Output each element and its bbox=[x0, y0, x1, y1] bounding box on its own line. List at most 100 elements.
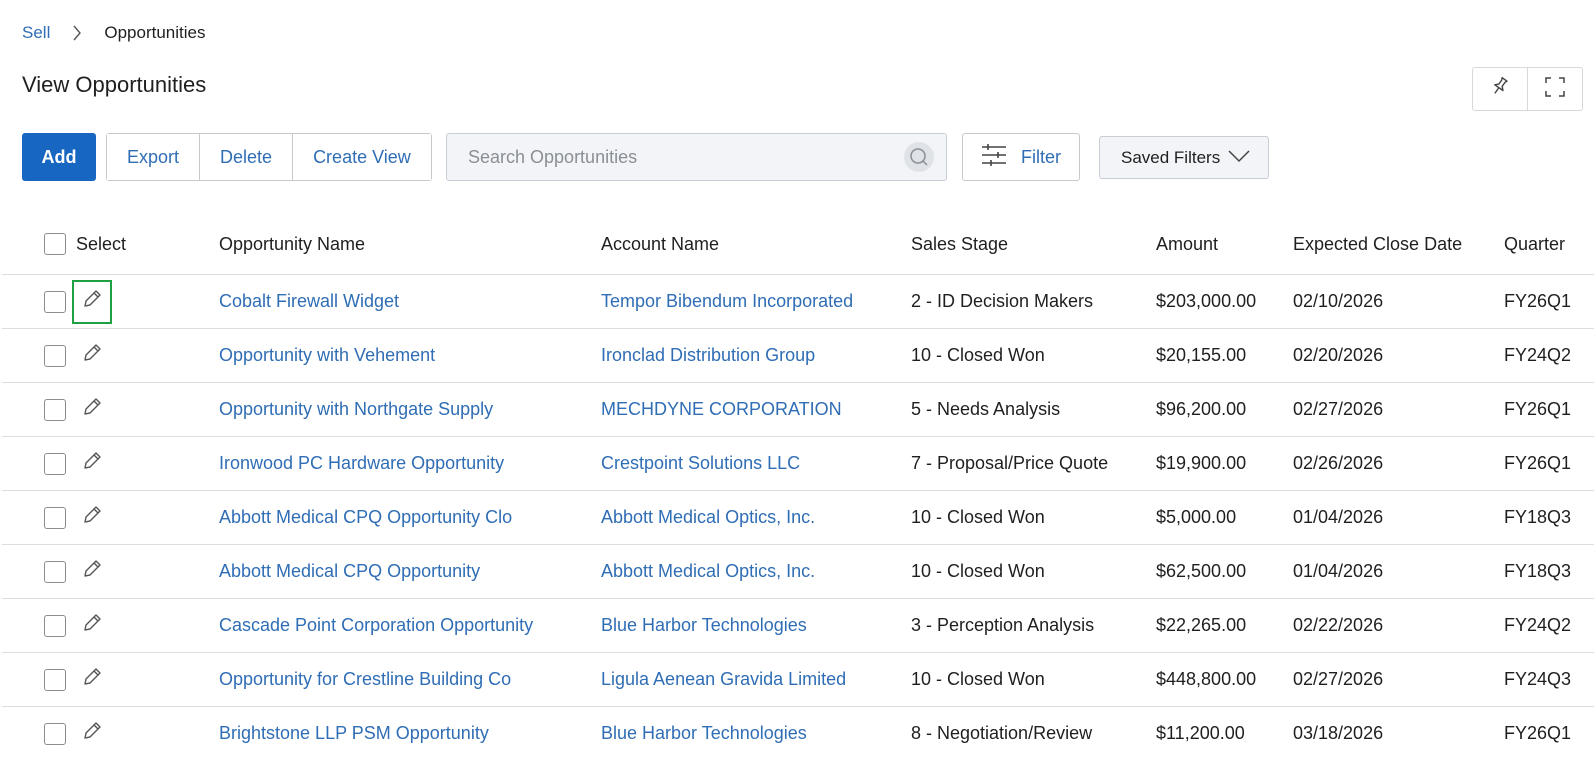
pencil-icon bbox=[81, 288, 103, 315]
search-icon[interactable] bbox=[904, 142, 934, 172]
edit-button[interactable] bbox=[72, 442, 112, 486]
header-select: Select bbox=[76, 233, 127, 254]
row-checkbox[interactable] bbox=[44, 290, 66, 313]
table-body: Cobalt Firewall Widget Tempor Bibendum In… bbox=[2, 275, 1594, 757]
header-account-name[interactable]: Account Name bbox=[601, 214, 719, 274]
sales-stage: 10 - Closed Won bbox=[911, 669, 1045, 689]
header-quarter[interactable]: Quarter bbox=[1504, 214, 1565, 274]
action-button-group: Export Delete Create View bbox=[106, 133, 432, 181]
opportunity-name-link[interactable]: Abbott Medical CPQ Opportunity bbox=[219, 545, 480, 598]
row-checkbox[interactable] bbox=[44, 722, 66, 745]
table-row: Abbott Medical CPQ Opportunity Abbott Med… bbox=[2, 545, 1594, 599]
account-name-link[interactable]: Crestpoint Solutions LLC bbox=[601, 437, 800, 490]
header-amount[interactable]: Amount bbox=[1156, 214, 1218, 274]
create-view-button[interactable]: Create View bbox=[292, 134, 431, 180]
table-row: Cascade Point Corporation Opportunity Blu… bbox=[2, 599, 1594, 653]
opportunity-name-link[interactable]: Cobalt Firewall Widget bbox=[219, 275, 399, 328]
quarter: FY18Q3 bbox=[1504, 507, 1572, 527]
edit-button[interactable] bbox=[72, 550, 112, 594]
opportunity-name-link[interactable]: Opportunity with Vehement bbox=[219, 329, 435, 382]
sales-stage: 3 - Perception Analysis bbox=[911, 615, 1095, 635]
export-button[interactable]: Export bbox=[107, 134, 200, 180]
pencil-icon bbox=[81, 612, 103, 639]
row-select-cell bbox=[44, 329, 66, 382]
opportunity-name-link[interactable]: Ironwood PC Hardware Opportunity bbox=[219, 437, 504, 490]
header-sales-stage[interactable]: Sales Stage bbox=[911, 214, 1008, 274]
fullscreen-icon bbox=[1545, 76, 1565, 102]
edit-button[interactable] bbox=[72, 279, 112, 324]
row-checkbox[interactable] bbox=[44, 560, 66, 583]
row-checkbox[interactable] bbox=[44, 614, 66, 637]
expected-close-date: 02/27/2026 bbox=[1293, 399, 1384, 419]
opportunities-table: Select Opportunity Name Account Name Sal… bbox=[2, 214, 1594, 757]
opportunity-name-link[interactable]: Brightstone LLP PSM Opportunity bbox=[219, 707, 489, 757]
row-edit-cell bbox=[72, 491, 112, 544]
pin-button[interactable] bbox=[1473, 68, 1527, 110]
account-name-link[interactable]: Blue Harbor Technologies bbox=[601, 707, 807, 757]
quarter: FY24Q2 bbox=[1504, 615, 1572, 635]
row-checkbox[interactable] bbox=[44, 344, 66, 367]
row-checkbox[interactable] bbox=[44, 398, 66, 421]
edit-button[interactable] bbox=[72, 712, 112, 756]
amount: $96,200.00 bbox=[1156, 399, 1247, 419]
saved-filters-dropdown[interactable]: Saved Filters bbox=[1099, 136, 1269, 179]
row-checkbox[interactable] bbox=[44, 668, 66, 691]
pencil-icon bbox=[81, 342, 103, 369]
opportunity-name-link[interactable]: Opportunity for Crestline Building Co bbox=[219, 653, 511, 706]
account-name-link[interactable]: Abbott Medical Optics, Inc. bbox=[601, 545, 815, 598]
row-select-cell bbox=[44, 653, 66, 706]
row-edit-cell bbox=[72, 329, 112, 382]
select-all-checkbox[interactable] bbox=[44, 233, 66, 255]
row-edit-cell bbox=[72, 545, 112, 598]
row-edit-cell bbox=[72, 599, 112, 652]
account-name-link[interactable]: Ironclad Distribution Group bbox=[601, 329, 815, 382]
account-name-link[interactable]: Ligula Aenean Gravida Limited bbox=[601, 653, 846, 706]
quarter: FY18Q3 bbox=[1504, 561, 1572, 581]
select-all-cell bbox=[44, 214, 66, 274]
opportunity-name-link[interactable]: Cascade Point Corporation Opportunity bbox=[219, 599, 533, 652]
quarter: FY24Q3 bbox=[1504, 669, 1572, 689]
table-row: Abbott Medical CPQ Opportunity Clo Abbott… bbox=[2, 491, 1594, 545]
edit-button[interactable] bbox=[72, 658, 112, 702]
add-button[interactable]: Add bbox=[22, 133, 96, 181]
edit-button[interactable] bbox=[72, 334, 112, 378]
fullscreen-button[interactable] bbox=[1527, 68, 1582, 110]
row-edit-cell bbox=[72, 707, 112, 757]
pencil-icon bbox=[81, 396, 103, 423]
account-name-link[interactable]: MECHDYNE CORPORATION bbox=[601, 383, 842, 436]
row-select-cell bbox=[44, 599, 66, 652]
opportunity-name-link[interactable]: Abbott Medical CPQ Opportunity Clo bbox=[219, 491, 512, 544]
amount: $203,000.00 bbox=[1156, 291, 1257, 311]
delete-button[interactable]: Delete bbox=[199, 134, 293, 180]
row-checkbox[interactable] bbox=[44, 452, 66, 475]
row-checkbox[interactable] bbox=[44, 506, 66, 529]
filter-button[interactable]: Filter bbox=[962, 133, 1080, 181]
account-name-link[interactable]: Tempor Bibendum Incorporated bbox=[601, 275, 853, 328]
edit-button[interactable] bbox=[72, 388, 112, 432]
edit-button[interactable] bbox=[72, 496, 112, 540]
account-name-link[interactable]: Blue Harbor Technologies bbox=[601, 599, 807, 652]
expected-close-date: 01/04/2026 bbox=[1293, 507, 1384, 527]
breadcrumb: Sell Opportunities bbox=[22, 22, 205, 44]
search-input[interactable] bbox=[447, 135, 887, 179]
header-opportunity-name[interactable]: Opportunity Name bbox=[219, 214, 365, 274]
opportunity-name-link[interactable]: Opportunity with Northgate Supply bbox=[219, 383, 493, 436]
quarter: FY26Q1 bbox=[1504, 453, 1572, 473]
row-select-cell bbox=[44, 275, 66, 328]
sales-stage: 10 - Closed Won bbox=[911, 507, 1045, 527]
amount: $448,800.00 bbox=[1156, 669, 1257, 689]
row-edit-cell bbox=[72, 383, 112, 436]
expected-close-date: 02/27/2026 bbox=[1293, 669, 1384, 689]
account-name-link[interactable]: Abbott Medical Optics, Inc. bbox=[601, 491, 815, 544]
saved-filters-label: Saved Filters bbox=[1121, 147, 1221, 167]
pencil-icon bbox=[81, 450, 103, 477]
sliders-icon bbox=[981, 143, 1007, 172]
sales-stage: 10 - Closed Won bbox=[911, 561, 1045, 581]
sales-stage: 7 - Proposal/Price Quote bbox=[911, 453, 1109, 473]
breadcrumb-sell-link[interactable]: Sell bbox=[22, 23, 50, 43]
edit-button[interactable] bbox=[72, 604, 112, 648]
amount: $19,900.00 bbox=[1156, 453, 1247, 473]
header-expected-close-date[interactable]: Expected Close Date bbox=[1293, 214, 1462, 274]
table-row: Opportunity with Northgate Supply MECHDYN… bbox=[2, 383, 1594, 437]
row-select-cell bbox=[44, 707, 66, 757]
